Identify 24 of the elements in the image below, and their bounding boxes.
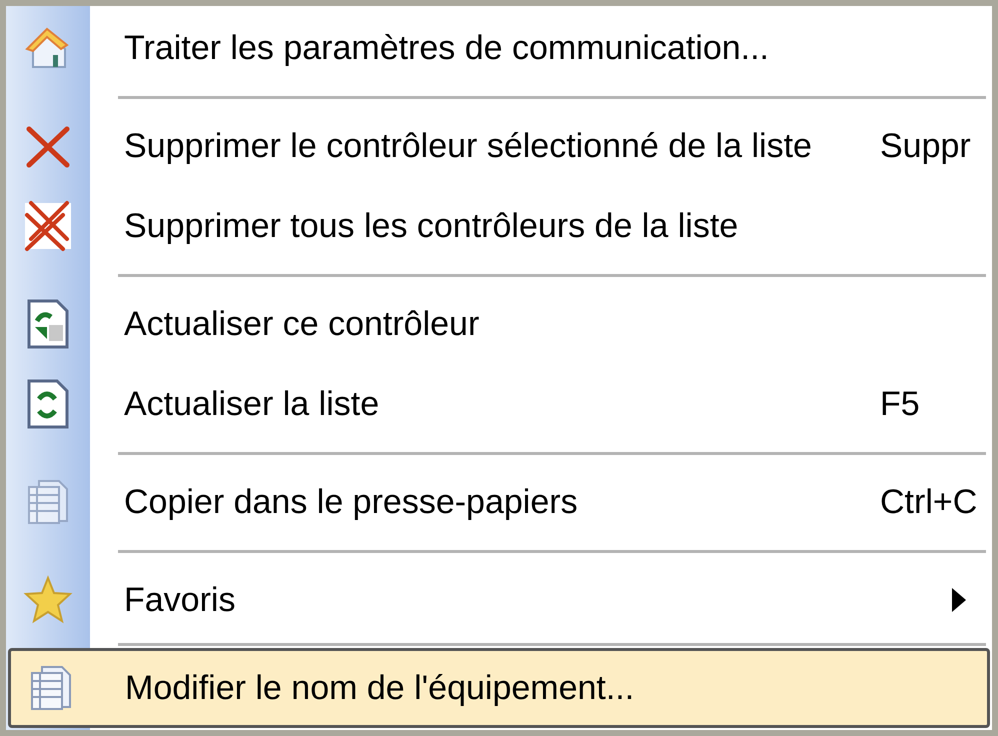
list-document-icon [25,477,71,527]
menu-item[interactable]: Supprimer le contrôleur sélectionné de la liste Suppr [6,106,992,186]
menu-item-label: Actualiser la liste [124,384,380,424]
menu-item-label: Copier dans le presse-papiers [124,482,578,522]
menu-item-label: Supprimer tous les contrôleurs de la liste [124,206,738,246]
menu-item[interactable]: Supprimer tous les contrôleurs de la liste [6,186,992,266]
menu-item[interactable]: Actualiser la liste F5 [6,364,992,444]
menu-item[interactable]: Favoris [6,560,992,640]
menu-item[interactable]: Actualiser ce contrôleur [6,284,992,364]
menu-item-label: Supprimer le contrôleur sélectionné de la liste [124,126,812,166]
shortcut-label: Suppr [880,126,972,166]
double-cross-icon [23,199,73,253]
menu-item[interactable]: Copier dans le presse-papiers Ctrl+C [6,462,992,542]
star-icon [23,575,73,625]
menu-item-label: Favoris [124,580,236,620]
document-refresh-icon [25,377,71,431]
shortcut-label: F5 [880,384,921,424]
shortcut-label: Ctrl+C [880,482,978,522]
menu-item-label: Actualiser ce contrôleur [124,304,480,344]
menu-item[interactable]: Traiter les paramètres de communication... [6,8,992,88]
menu-item-label: Modifier le nom de l'équipement... [125,668,634,708]
menu-item[interactable]: Modifier le nom de l'équipement... [8,648,990,728]
document-refresh-icon [25,297,71,351]
menu-item-label: Traiter les paramètres de communication... [124,28,769,68]
